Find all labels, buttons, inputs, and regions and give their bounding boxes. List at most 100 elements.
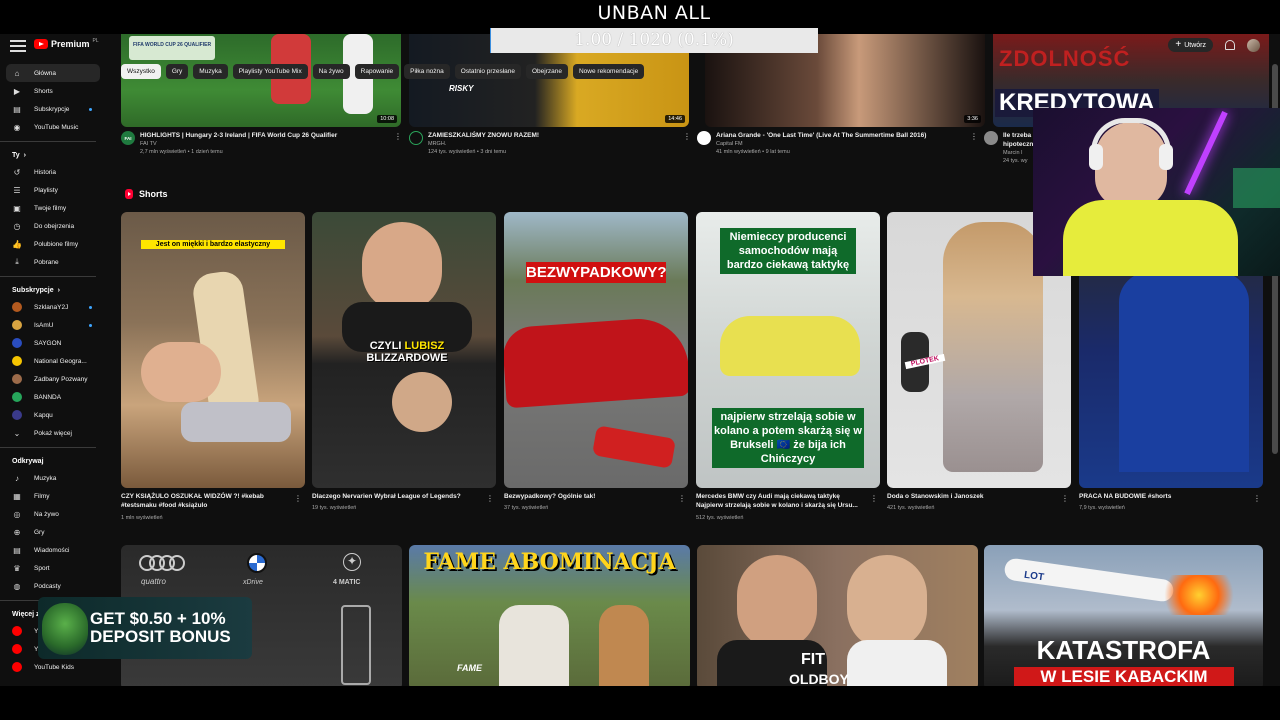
sidebar-item[interactable]: ▶ Shorts [0,82,106,100]
sidebar-divider [0,141,96,142]
filter-chip[interactable]: Gry [165,64,189,79]
filter-chip[interactable]: Na żywo [312,64,350,79]
sidebar-item[interactable]: ⊕ Gry [0,523,106,541]
sidebar-item[interactable]: ◎ Na żywo [0,505,106,523]
short-caption[interactable]: CZY KSIĄŻULO OSZUKAŁ WIDZÓW ?! #kebab #t… [121,493,291,510]
sidebar-item-label: Playlisty [34,186,58,194]
channel-avatar[interactable] [984,131,998,145]
filter-chip[interactable]: Obejrzane [525,64,568,79]
channel-name[interactable]: FAI TV [140,140,337,148]
filter-chip[interactable]: Playlisty YouTube Mix [232,64,308,79]
streamer-webcam [1033,108,1280,276]
more-options-icon[interactable]: ⋮ [678,495,686,503]
menu-icon[interactable] [10,40,26,52]
sidebar-item-label: SzklanaY2J [34,303,69,311]
sidebar-item[interactable]: Zadbany Pozwany [0,370,106,388]
video-thumbnail[interactable]: FAME ABOMINACJA FAME [409,545,690,686]
more-options-icon[interactable]: ⋮ [870,495,878,503]
filter-chip[interactable]: Wszystko [121,64,161,79]
film-icon: ▦ [13,491,21,501]
short-caption[interactable]: Dlaczego Nervarien Wybrał League of Lege… [312,493,482,502]
filter-chip[interactable]: Nowe rekomendacje [572,64,645,79]
video-meta: Ariana Grande - 'One Last Time' (Live At… [697,131,967,156]
video-stats: 2,7 mln wyświetleń • 1 dzień temu [140,149,223,155]
channel-avatar [12,338,22,348]
shorts-icon [125,189,133,199]
more-options-icon[interactable]: ⋮ [683,133,691,141]
sidebar-item[interactable]: ▣ Twoje filmy [0,199,106,217]
chevron-down-icon: ⌄ [13,428,21,438]
short-caption[interactable]: PRACA NA BUDOWIE #shorts [1079,493,1249,502]
notifications-bell-icon[interactable] [1225,40,1235,50]
short-caption[interactable]: Doda o Stanowskim i Janoszek [887,493,1057,502]
video-thumbnail[interactable]: LOT KATASTROFA W LESIE KABACKIM [984,545,1263,686]
short-thumbnail[interactable]: Niemieccy producenci samochodów mają bar… [696,212,880,488]
video-title[interactable]: Ariana Grande - 'One Last Time' (Live At… [716,131,926,140]
sidebar-item[interactable]: ▤ Subskrypcje [0,100,106,118]
more-options-icon[interactable]: ⋮ [1253,495,1261,503]
sidebar-item[interactable]: BANNDA [0,388,106,406]
stream-title: UNBAN ALL [597,2,711,24]
more-options-icon[interactable]: ⋮ [394,133,402,141]
more-options-icon[interactable]: ⋮ [970,133,978,141]
brand-label: xDrive [243,579,263,586]
short-thumbnail[interactable]: Jest on miękki i bardzo elastyczny [121,212,305,488]
ad-line-2: DEPOSIT BONUS [90,627,231,646]
short-thumbnail[interactable]: CZYLI LUBISZ BLIZZARDOWE [312,212,496,488]
video-title[interactable]: ZAMIESZKALIŚMY ZNOWU RAZEM! [428,131,539,140]
video-stats: 124 tys. wyświetleń • 3 dni temu [428,149,507,155]
sidebar-item[interactable]: ◉ YouTube Music [0,118,106,136]
sidebar-section-header[interactable]: Ty › [0,147,106,163]
more-options-icon[interactable]: ⋮ [1061,495,1069,503]
sidebar-item[interactable]: ♪ Muzyka [0,469,106,487]
account-avatar[interactable] [1247,38,1260,52]
short-thumbnail[interactable]: BEZWYPADKOWY? [504,212,688,488]
sidebar-item[interactable]: IsAmU [0,316,106,334]
channel-avatar [12,356,22,366]
show-more-button[interactable]: ⌄ Pokaż więcej [0,424,106,442]
more-options-icon[interactable]: ⋮ [294,495,302,503]
filter-chip[interactable]: Ostatnio przesłane [454,64,521,79]
channel-name[interactable]: Capital FM [716,140,926,148]
sidebar-item[interactable]: Kapqu [0,406,106,424]
sidebar-item-label: National Geogra... [34,357,87,365]
filter-chip[interactable]: Rapowanie [354,64,400,79]
casino-ad-banner[interactable]: GET $0.50 + 10% DEPOSIT BONUS [38,597,252,659]
sidebar-item[interactable]: 👍 Polubione filmy [0,235,106,253]
video-title[interactable]: HIGHLIGHTS | Hungary 2-3 Ireland | FIFA … [140,131,337,140]
video-thumbnail[interactable]: FIT OLDBOY [697,545,978,686]
youtube-logo[interactable]: Premium PL [34,38,99,49]
channel-avatar[interactable] [409,131,423,145]
sidebar-item[interactable]: ♛ Sport [0,559,106,577]
short-views: 37 tys. wyświetleń [504,505,549,511]
playlist-icon: ☰ [13,185,21,195]
sidebar-item[interactable]: ⌂ Główna [6,64,100,82]
sidebar-item[interactable]: YouTube Kids [0,658,106,676]
sidebar-item[interactable]: ⤓ Pobrane [0,253,106,271]
channel-avatar[interactable] [697,131,711,145]
sidebar-item[interactable]: ▦ Filmy [0,487,106,505]
sidebar-item[interactable]: ◍ Podcasty [0,577,106,595]
sidebar-item-label: Podcasty [34,582,61,590]
filter-chip[interactable]: Piłka nożna [404,64,450,79]
sidebar-section-title: Subskrypcje [12,286,54,294]
channel-avatar[interactable]: FAI [121,131,135,145]
create-button[interactable]: + Utwórz [1168,38,1213,52]
sidebar-item[interactable]: SAYGON [0,334,106,352]
sidebar-item[interactable]: ☰ Playlisty [0,181,106,199]
channel-name[interactable]: Marcin I [1003,149,1033,157]
filter-chip[interactable]: Muzyka [193,64,228,79]
sidebar-item[interactable]: ▤ Wiadomości [0,541,106,559]
sidebar-section-header[interactable]: Odkrywaj [0,453,106,469]
sidebar-section-header[interactable]: Subskrypcje › [0,282,106,298]
sidebar-item[interactable]: SzklanaY2J [0,298,106,316]
short-caption[interactable]: Mercedes BMW czy Audi mają ciekawą takty… [696,493,866,510]
video-title[interactable]: Ile trzeba [1003,131,1033,140]
more-options-icon[interactable]: ⋮ [486,495,494,503]
sidebar-item[interactable]: ◷ Do obejrzenia [0,217,106,235]
short-overlay-text: najpierw strzelają sobie w kolano a pote… [712,408,864,468]
sidebar-item[interactable]: National Geogra... [0,352,106,370]
short-caption[interactable]: Bezwypadkowy? Ogólnie tak! [504,493,674,502]
sidebar-item[interactable]: ↺ Historia [0,163,106,181]
channel-name[interactable]: MRGH. [428,140,539,148]
